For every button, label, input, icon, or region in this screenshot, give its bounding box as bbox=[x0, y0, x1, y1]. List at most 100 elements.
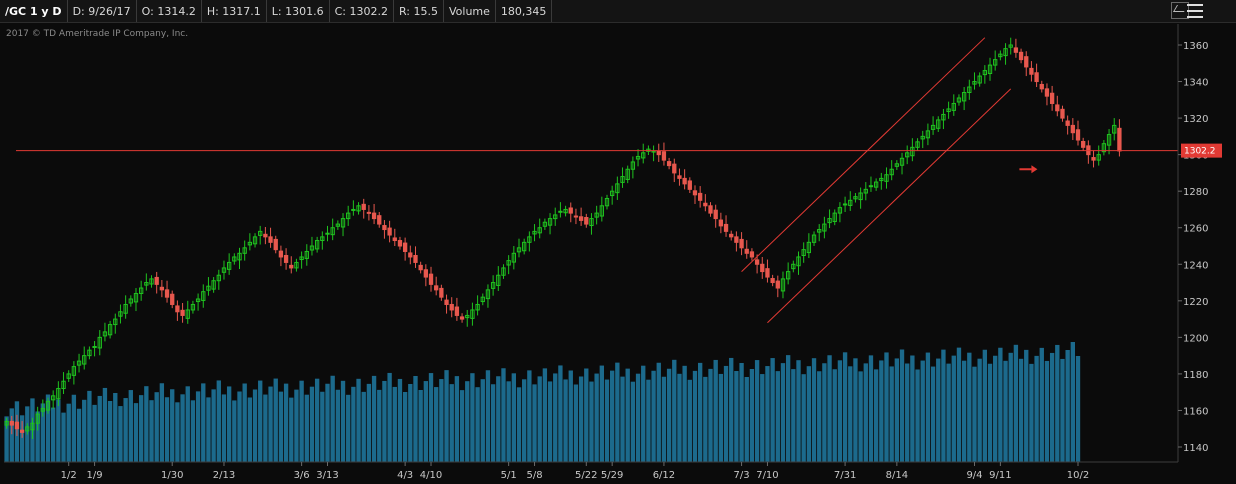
volume-bar bbox=[242, 383, 247, 462]
volume-bar bbox=[749, 369, 755, 462]
volume-bar bbox=[635, 373, 641, 462]
volume-bar bbox=[547, 381, 553, 462]
volume-bars bbox=[4, 342, 1081, 462]
volume-bar bbox=[1029, 363, 1034, 462]
volume-bar bbox=[915, 369, 920, 462]
volume-bar bbox=[558, 365, 563, 462]
candle-body bbox=[434, 285, 439, 291]
candle-body bbox=[868, 185, 874, 188]
volume-bar bbox=[578, 376, 584, 462]
volume-bar bbox=[123, 398, 128, 462]
candlestick-chart[interactable]: 1140116011801200122012401260128013001320… bbox=[0, 0, 1236, 484]
volume-bar bbox=[1060, 358, 1065, 462]
volume-bar bbox=[925, 352, 931, 462]
candle-body bbox=[558, 210, 563, 213]
candle-body bbox=[377, 215, 382, 225]
volume-bar bbox=[66, 403, 71, 462]
volume-bar bbox=[76, 408, 82, 462]
candle-body bbox=[692, 190, 698, 196]
y-tick-label: 1260 bbox=[1183, 224, 1208, 235]
volume-bar bbox=[418, 390, 423, 462]
candle-body bbox=[454, 306, 460, 316]
volume-bar bbox=[423, 381, 429, 462]
candle-body bbox=[656, 150, 661, 156]
candle-body bbox=[713, 209, 718, 220]
y-tick-label: 1280 bbox=[1183, 187, 1208, 198]
volume-bar bbox=[377, 389, 382, 462]
candle-body bbox=[770, 278, 775, 284]
candle-body bbox=[1024, 56, 1029, 68]
volume-bar bbox=[848, 366, 853, 462]
candle-body bbox=[283, 255, 289, 263]
volume-bar bbox=[977, 358, 982, 462]
volume-bar bbox=[346, 394, 351, 462]
volume-bar bbox=[780, 363, 786, 462]
volume-bar bbox=[998, 347, 1003, 462]
candle-body bbox=[1060, 108, 1065, 119]
x-tick-label: 9/11 bbox=[989, 470, 1011, 481]
volume-bar bbox=[609, 370, 615, 462]
volume-bar bbox=[946, 363, 951, 462]
volume-bar bbox=[511, 373, 517, 462]
x-tick-label: 5/29 bbox=[601, 470, 623, 481]
candle-body bbox=[677, 175, 682, 179]
volume-bar bbox=[351, 386, 356, 462]
volume-bar bbox=[294, 389, 299, 462]
volume-bar bbox=[356, 378, 361, 462]
date-axis[interactable]: 1/2 1/9 1/30 2/13 3/6 3/13 4/3 4/10 5/1 5/8 5/22 5/… bbox=[61, 462, 1090, 481]
volume-bar bbox=[785, 355, 791, 462]
volume-bar bbox=[1013, 344, 1019, 462]
volume-bar bbox=[527, 370, 532, 462]
volume-bar bbox=[791, 369, 796, 462]
candle-body bbox=[159, 286, 165, 291]
volume-bar bbox=[211, 389, 216, 462]
candle-body bbox=[278, 250, 284, 258]
volume-bar bbox=[159, 383, 165, 462]
x-tick-label: 4/3 bbox=[397, 470, 413, 481]
volume-bar bbox=[687, 379, 692, 462]
candle-body bbox=[1065, 120, 1070, 126]
volume-bar bbox=[330, 375, 335, 462]
volume-bar bbox=[1044, 360, 1050, 462]
candle-body bbox=[682, 177, 687, 185]
volume-bar bbox=[615, 362, 620, 462]
volume-bar bbox=[982, 349, 988, 462]
candle-body bbox=[273, 238, 278, 251]
volume-bar bbox=[765, 366, 770, 462]
volume-bar bbox=[465, 381, 470, 462]
volume-bar bbox=[361, 391, 366, 462]
volume-bar bbox=[449, 384, 454, 462]
volume-bar bbox=[899, 349, 905, 462]
candle-body bbox=[444, 299, 449, 305]
candle-body bbox=[744, 248, 749, 254]
volume-bar bbox=[397, 378, 403, 462]
volume-bar bbox=[987, 363, 993, 462]
candle-body bbox=[449, 303, 454, 311]
volume-bar bbox=[584, 368, 589, 462]
volume-bar bbox=[149, 400, 154, 462]
candle-body bbox=[749, 251, 755, 258]
volume-bar bbox=[599, 365, 604, 462]
volume-bar bbox=[961, 360, 967, 462]
volume-bar bbox=[972, 366, 977, 462]
candle-body bbox=[760, 263, 765, 273]
candle-body bbox=[439, 287, 444, 298]
volume-bar bbox=[672, 359, 677, 462]
volume-bar bbox=[366, 383, 372, 462]
volume-bar bbox=[485, 370, 491, 462]
volume-bar bbox=[1055, 344, 1060, 462]
volume-bar bbox=[428, 373, 434, 462]
volume-bar bbox=[718, 373, 724, 462]
volume-bar bbox=[656, 362, 661, 462]
candle-body bbox=[765, 268, 770, 278]
y-tick-label: 1200 bbox=[1183, 333, 1208, 344]
candle-body bbox=[397, 240, 403, 247]
candle-body bbox=[708, 205, 713, 214]
x-tick-label: 7/31 bbox=[834, 470, 856, 481]
y-tick-label: 1220 bbox=[1183, 297, 1208, 308]
x-tick-label: 4/10 bbox=[420, 470, 442, 481]
channel-line bbox=[767, 88, 1012, 324]
volume-bar bbox=[434, 387, 439, 462]
volume-bar bbox=[320, 391, 325, 462]
volume-bar bbox=[496, 376, 501, 462]
